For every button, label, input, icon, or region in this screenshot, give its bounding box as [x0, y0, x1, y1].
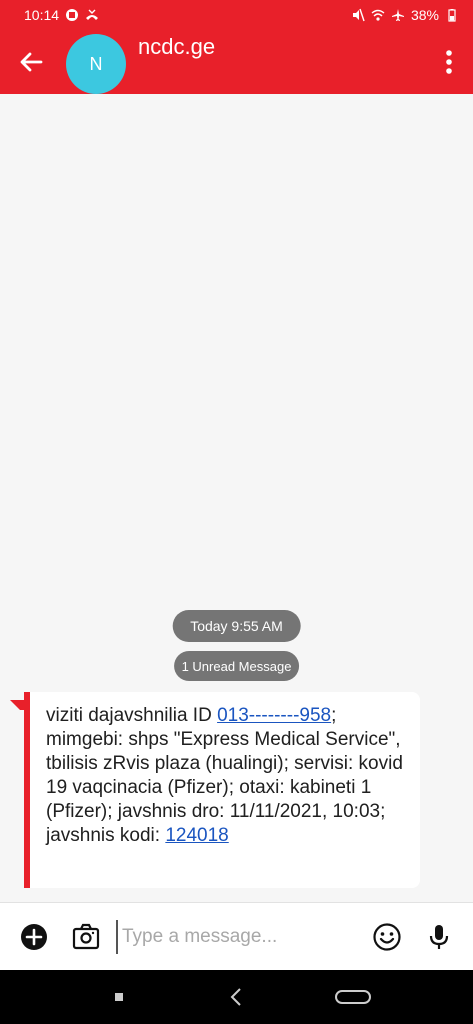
add-attachment-button[interactable]	[18, 921, 50, 953]
recents-icon	[114, 993, 123, 1001]
emoji-icon	[373, 922, 401, 951]
airplane-icon	[391, 8, 405, 22]
photo-notification-icon	[65, 8, 79, 22]
missed-call-icon	[85, 8, 99, 22]
wifi-calling-icon	[371, 8, 385, 22]
status-left: 10:14	[24, 7, 99, 23]
message-input[interactable]	[116, 919, 346, 954]
system-nav-bar	[0, 970, 473, 1024]
overflow-menu-button[interactable]	[437, 46, 461, 78]
camera-button[interactable]	[70, 921, 102, 953]
battery-percent: 38%	[410, 7, 439, 23]
contact-name[interactable]: ncdc.ge	[138, 34, 215, 60]
camera-icon	[72, 923, 100, 949]
emoji-button[interactable]	[371, 921, 403, 953]
back-icon	[231, 988, 242, 1006]
contact-avatar[interactable]: N	[66, 34, 126, 94]
message-bubble-wrapper: viziti dajavshnilia ID 013--------958; m…	[10, 692, 420, 890]
compose-bar	[0, 902, 473, 970]
recents-button[interactable]	[99, 977, 139, 1017]
battery-icon	[445, 8, 459, 22]
timestamp-chip: Today 9:55 AM	[172, 610, 301, 642]
overflow-menu-icon	[446, 50, 452, 74]
voice-input-button[interactable]	[423, 921, 455, 953]
message-text-semicolon: ;	[331, 705, 337, 726]
message-list[interactable]: Today 9:55 AM 1 Unread Message viziti da…	[0, 94, 473, 902]
home-icon	[335, 990, 372, 1004]
status-bar: 10:14 38%	[0, 0, 473, 30]
unread-chip: 1 Unread Message	[173, 651, 300, 681]
message-text-start: viziti dajavshnilia ID	[46, 705, 218, 726]
mic-icon	[429, 924, 449, 949]
booking-id-link[interactable]: 013--------958	[217, 705, 331, 726]
nav-back-button[interactable]	[216, 977, 256, 1017]
home-button[interactable]	[334, 977, 374, 1017]
status-right: 38%	[351, 7, 459, 23]
mute-icon	[351, 8, 365, 22]
add-icon	[21, 923, 47, 950]
back-button[interactable]	[0, 30, 62, 94]
back-arrow-icon	[20, 52, 43, 72]
booking-code-link[interactable]: 124018	[165, 825, 228, 846]
status-time: 10:14	[24, 7, 60, 23]
conversation-header: N ncdc.ge	[0, 30, 473, 94]
message-bubble[interactable]: viziti dajavshnilia ID 013--------958; m…	[24, 692, 420, 888]
